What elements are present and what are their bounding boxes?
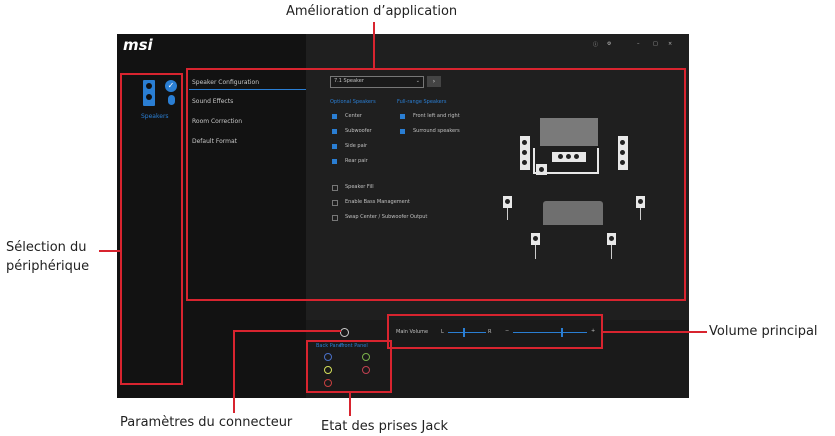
callout-app-enhancement: Amélioration d’application [286,4,458,19]
callout-device-selection-1: Sélection du [6,240,87,255]
callout-box-device-selection [120,73,183,385]
callout-device-selection-2: périphérique [6,259,90,274]
callout-line-connector-v [233,330,235,413]
callout-line-connector-h [233,330,341,332]
callout-line-top [373,22,375,68]
maximize-icon[interactable]: □ [653,41,658,47]
callout-box-app-enhancement [186,68,686,301]
connector-settings-gear-icon[interactable] [340,328,349,337]
gear-icon[interactable]: ⚙ [607,41,611,47]
callout-jack-status: Etat des prises Jack [321,419,449,434]
callout-line-right [603,331,707,333]
close-icon[interactable]: × [668,41,672,47]
callout-connector-settings: Paramètres du connecteur [120,415,293,430]
callout-line-jack [349,393,351,416]
callout-main-volume: Volume principal [709,324,818,339]
callout-line-left [99,250,120,252]
minimize-icon[interactable]: – [637,41,640,47]
msi-logo: msi [123,36,153,54]
info-icon[interactable]: ⓘ [593,41,598,48]
callout-box-jack-status [306,340,392,393]
callout-box-main-volume [387,314,603,349]
